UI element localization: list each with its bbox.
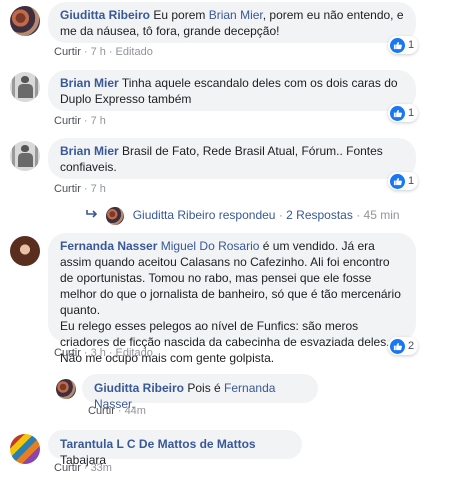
reaction-badge[interactable]: 1	[388, 36, 419, 54]
avatar[interactable]	[10, 6, 40, 36]
timestamp[interactable]: 7 h	[91, 46, 106, 58]
like-action[interactable]: Curtir	[88, 405, 115, 417]
comment-bubble: Tarantula L C De Mattos de Mattos Tabaja…	[48, 430, 302, 467]
avatar[interactable]	[56, 379, 76, 399]
comment-author[interactable]: Giuditta Ribeiro	[94, 381, 184, 395]
avatar[interactable]	[10, 141, 40, 171]
comment-text: Eu porem	[153, 8, 206, 22]
like-action[interactable]: Curtir	[54, 183, 81, 195]
edited-label[interactable]: Editado	[116, 347, 153, 359]
timestamp[interactable]: 7 h	[91, 115, 106, 127]
reaction-count: 2	[408, 340, 415, 352]
replies-summary[interactable]: Giuditta Ribeiro respondeu · 2 Respostas…	[86, 207, 400, 225]
like-icon	[390, 105, 405, 121]
comment-bubble: Brian Mier Tinha aquele escandalo deles …	[48, 70, 416, 111]
comment-text: Pois é	[187, 381, 221, 395]
comment-author[interactable]: Giuditta Ribeiro	[60, 8, 150, 22]
comment-bubble: Giuditta Ribeiro Eu porem Brian Mier, po…	[48, 2, 416, 43]
comment-bubble: Fernanda Nasser Miguel Do Rosario é um v…	[48, 233, 416, 365]
like-action[interactable]: Curtir	[54, 347, 81, 359]
reply-time: 45 min	[363, 208, 400, 223]
reaction-count: 1	[408, 39, 415, 51]
comment-actions: Curtir · 7 h	[54, 115, 106, 127]
reaction-count: 1	[408, 175, 415, 187]
like-icon	[390, 173, 405, 189]
mention-link[interactable]: Brian Mier	[209, 8, 263, 22]
reply-verb: respondeu	[218, 208, 276, 223]
reaction-badge[interactable]: 1	[388, 104, 419, 122]
comment-author[interactable]: Fernanda Nasser	[60, 239, 157, 253]
avatar	[106, 207, 125, 225]
avatar[interactable]	[10, 236, 40, 266]
like-icon	[390, 338, 405, 354]
reaction-badge[interactable]: 1	[388, 172, 419, 190]
like-action[interactable]: Curtir	[54, 115, 81, 127]
like-icon	[390, 37, 405, 53]
comment-author[interactable]: Brian Mier	[60, 144, 119, 158]
reaction-count: 1	[408, 107, 415, 119]
comment-actions: Curtir · 3 h · Editado	[54, 347, 153, 359]
mention-link[interactable]: Miguel Do Rosario	[161, 239, 260, 253]
comment-actions: Curtir · 33m	[54, 462, 112, 474]
comment-actions: Curtir · 7 h	[54, 183, 106, 195]
like-action[interactable]: Curtir	[54, 462, 81, 474]
reply-count[interactable]: 2 Respostas	[286, 208, 353, 222]
edited-label[interactable]: Editado	[116, 46, 153, 58]
reply-author[interactable]: Giuditta Ribeiro	[133, 208, 216, 222]
timestamp[interactable]: 33m	[91, 462, 112, 474]
comment-actions: Curtir · 44m	[88, 405, 146, 417]
reply-arrow-icon	[86, 208, 98, 222]
timestamp[interactable]: 7 h	[91, 183, 106, 195]
comment-bubble: Giuditta Ribeiro Pois é Fernanda Nasser.	[82, 374, 318, 411]
avatar[interactable]	[10, 72, 40, 102]
timestamp[interactable]: 3 h	[91, 347, 106, 359]
reaction-badge[interactable]: 2	[388, 337, 419, 355]
comment-author[interactable]: Brian Mier	[60, 76, 119, 90]
comment-author[interactable]: Tarantula L C De Mattos de Mattos	[60, 437, 256, 451]
timestamp[interactable]: 44m	[125, 405, 146, 417]
comment-actions: Curtir · 7 h · Editado	[54, 46, 153, 58]
like-action[interactable]: Curtir	[54, 46, 81, 58]
comment-bubble: Brian Mier Brasil de Fato, Rede Brasil A…	[48, 138, 416, 179]
avatar[interactable]	[10, 434, 40, 464]
